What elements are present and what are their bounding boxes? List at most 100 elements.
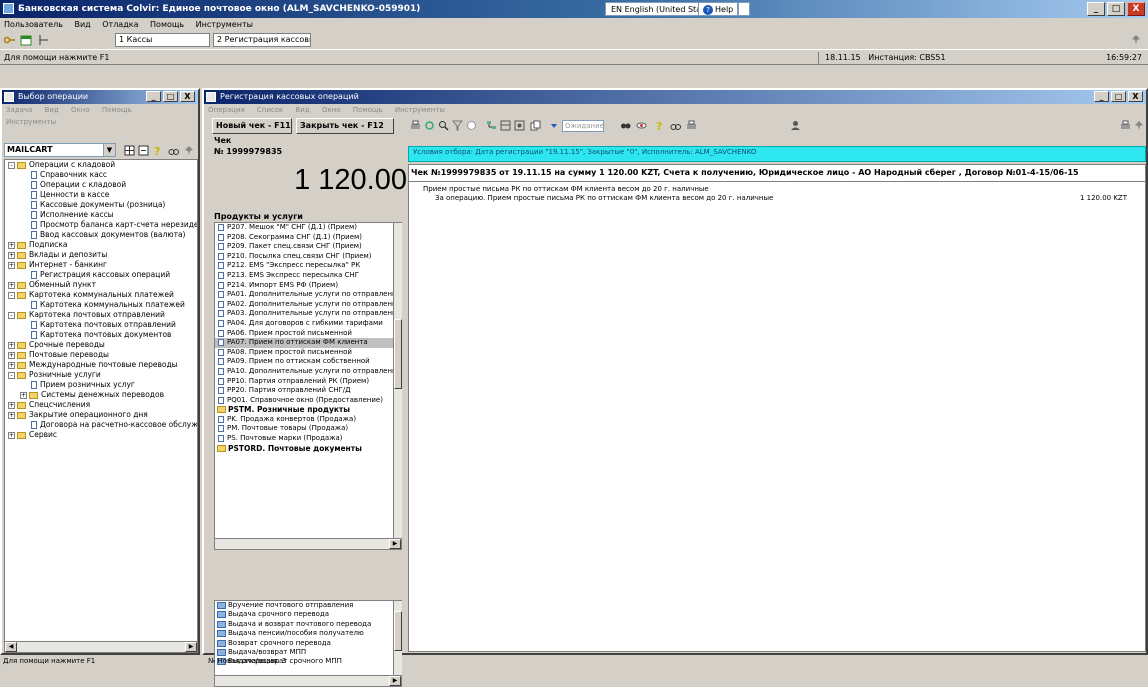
print-preview-icon[interactable]	[686, 120, 697, 131]
tree-item[interactable]: Регистрация кассовых операций	[5, 270, 197, 280]
tree-item[interactable]: Картотека коммунальных платежей	[5, 300, 197, 310]
reg-menu-window[interactable]: Окно	[322, 106, 341, 114]
reg-maximize-button[interactable]: □	[1111, 91, 1126, 102]
expand-icon[interactable]: +	[8, 351, 15, 359]
tree-item[interactable]: Кассовые документы (розница)	[5, 200, 197, 210]
product-group[interactable]: PSTORD. Почтовые документы	[215, 444, 401, 454]
operations-tree[interactable]: - Операции с кладовой Справочник касс Опера…	[4, 159, 198, 644]
tree-item[interactable]: + Обменный пункт	[5, 280, 197, 290]
menu-debug[interactable]: Отладка	[102, 20, 138, 29]
pin-icon[interactable]	[184, 145, 195, 156]
menu-user[interactable]: Пользователь	[4, 20, 63, 29]
minimize-button[interactable]: _	[1087, 2, 1105, 16]
product-item[interactable]: PA06. Прием простой письменной	[215, 329, 401, 339]
chevron-down-icon[interactable]: ▼	[103, 144, 115, 156]
operation-item[interactable]: Выдача пенсии/пособия получателю	[215, 629, 401, 638]
products-scroll-thumb[interactable]	[394, 319, 402, 389]
expand-icon[interactable]: +	[8, 251, 15, 259]
tree-item[interactable]: Договора на расчетно-кассовое обслуживан…	[5, 420, 197, 430]
filter-dropdown-icon[interactable]	[550, 120, 558, 131]
tree-item[interactable]: + Международные почтовые переводы	[5, 360, 197, 370]
expand-icon[interactable]: +	[20, 391, 27, 399]
product-item[interactable]: PM. Почтовые товары (Продажа)	[215, 424, 401, 434]
close-check-button[interactable]: Закрыть чек - F12	[296, 118, 394, 134]
product-item[interactable]: PP20. Партия отправлений СНГ/Д	[215, 386, 401, 396]
tree-item[interactable]: Картотека почтовых отправлений	[5, 320, 197, 330]
reg-menu-tools[interactable]: Инструменты	[395, 106, 445, 114]
collapse-icon[interactable]: -	[8, 161, 15, 169]
tree-item[interactable]: + Сервис	[5, 430, 197, 440]
reg-menu-list[interactable]: Список	[257, 106, 283, 114]
collapse-icon[interactable]: -	[8, 311, 15, 319]
window-tab-cash[interactable]: 1 Кассы	[115, 33, 210, 47]
operation-item[interactable]: Выдача срочного перевода	[215, 610, 401, 619]
cart-combo[interactable]: MAILCART ▼	[4, 143, 116, 157]
tree-item[interactable]: Исполнение кассы	[5, 210, 197, 220]
operation-line-2[interactable]: За операцию. Прием простые письма РК по …	[435, 194, 773, 202]
tree-item[interactable]: Операции с кладовой	[5, 180, 197, 190]
eye-icon[interactable]	[636, 120, 647, 131]
product-item[interactable]: P212. EMS "Экспресс пересылка" РК	[215, 261, 401, 271]
operation-item[interactable]: Выдача и возврат почтового перевода	[215, 620, 401, 629]
tree-item[interactable]: + Срочные переводы	[5, 340, 197, 350]
product-item[interactable]: PP10. Партия отправлений РК (Прием)	[215, 377, 401, 387]
copy-icon[interactable]	[530, 120, 541, 131]
tree-item[interactable]: + Почтовые переводы	[5, 350, 197, 360]
tree-view-icon[interactable]	[486, 120, 497, 131]
product-item[interactable]: PS. Почтовые марки (Продажа)	[215, 434, 401, 444]
product-item[interactable]: PA08. Прием простой письменной	[215, 348, 401, 358]
scroll-left-icon[interactable]: ◀	[5, 642, 17, 652]
tree-tools-label[interactable]: Инструменты	[6, 118, 56, 126]
tree-item[interactable]: + Подписка	[5, 240, 197, 250]
product-group[interactable]: PSTM. Розничные продукты	[215, 405, 401, 415]
grid-icon[interactable]	[124, 145, 135, 156]
product-item[interactable]: PA10. Дополнительные услуги по отправлен…	[215, 367, 401, 377]
new-check-button[interactable]: Новый чек - F11	[212, 118, 292, 134]
product-item[interactable]: PK. Продажа конвертов (Продажа)	[215, 415, 401, 425]
tree-item[interactable]: Ценности в кассе	[5, 190, 197, 200]
product-item[interactable]: P213. EMS Экспресс пересылка СНГ	[215, 271, 401, 281]
user-icon[interactable]	[790, 120, 801, 131]
scroll-right-icon[interactable]: ▶	[389, 676, 401, 686]
tree-item[interactable]: - Картотека коммунальных платежей	[5, 290, 197, 300]
language-spinner[interactable]	[738, 2, 750, 16]
pin-icon[interactable]	[1130, 34, 1142, 46]
tree-maximize-button[interactable]: □	[163, 91, 178, 102]
tree-menu-task[interactable]: Задача	[6, 106, 32, 114]
menu-help[interactable]: Помощь	[150, 20, 184, 29]
operation-item[interactable]: Возврат срочного перевода	[215, 639, 401, 648]
reg-menu-help[interactable]: Помощь	[353, 106, 383, 114]
operation-item[interactable]: Вручение почтового отправления	[215, 601, 401, 610]
search-icon[interactable]	[438, 120, 449, 131]
products-horizontal-scrollbar[interactable]: ▶	[214, 538, 402, 550]
help-question-icon[interactable]: ?	[152, 145, 163, 158]
product-item[interactable]: PQ01. Справочное окно (Предоставление)	[215, 396, 401, 406]
products-list[interactable]: P207. Мешок "М" СНГ (Д.1) (Прием) P208. С…	[214, 222, 402, 540]
calendar-icon[interactable]	[20, 34, 32, 46]
tree-close-button[interactable]: X	[180, 91, 195, 102]
product-item[interactable]: PA02. Дополнительные услуги по отправлен…	[215, 300, 401, 310]
expand-icon[interactable]: +	[8, 241, 15, 249]
pin-icon[interactable]	[1134, 120, 1145, 131]
product-item[interactable]: P207. Мешок "М" СНГ (Д.1) (Прием)	[215, 223, 401, 233]
scroll-right-icon[interactable]: ▶	[389, 539, 401, 549]
expand-icon[interactable]: +	[8, 341, 15, 349]
product-item[interactable]: PA03. Дополнительные услуги по отправлен…	[215, 309, 401, 319]
menu-tools[interactable]: Инструменты	[196, 20, 253, 29]
tree-horizontal-scrollbar[interactable]: ◀ ▶	[4, 641, 198, 653]
expand-icon[interactable]: +	[8, 401, 15, 409]
print-icon[interactable]	[410, 120, 421, 131]
expand-icon[interactable]: +	[8, 411, 15, 419]
product-item[interactable]: PA07. Прием по оттискам ФМ клиента	[215, 338, 401, 348]
close-button[interactable]: X	[1127, 2, 1145, 16]
key-icon[interactable]	[3, 34, 16, 46]
collapse-icon[interactable]: -	[8, 291, 15, 299]
product-item[interactable]: P208. Секограмма СНГ (Д.1) (Прием)	[215, 233, 401, 243]
pair-icon[interactable]	[620, 120, 631, 131]
filter-icon[interactable]	[451, 120, 464, 131]
tree-menu-view[interactable]: Вид	[45, 106, 59, 114]
operation-line-1[interactable]: Прием простые письма РК по оттискам ФМ к…	[423, 185, 709, 193]
help-question-icon[interactable]: ?	[654, 120, 665, 133]
product-item[interactable]: PA09. Прием по оттискам собственной	[215, 357, 401, 367]
tree-item[interactable]: + Системы денежных переводов	[5, 390, 197, 400]
